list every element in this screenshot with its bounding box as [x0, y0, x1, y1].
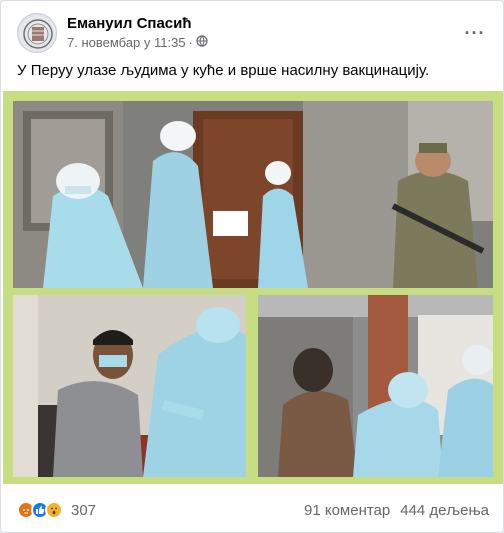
photo-collage[interactable] — [3, 91, 503, 484]
reaction-count[interactable]: 307 — [71, 502, 96, 519]
post-meta: 7. новембар у 11:35 · — [67, 35, 208, 50]
engagement-counts: 91 коментар 444 дељења — [304, 502, 489, 519]
more-options-button[interactable]: ··· — [461, 19, 489, 47]
post-footer: 307 91 коментар 444 дељења — [17, 493, 489, 527]
photo-bottom-left[interactable] — [13, 295, 246, 477]
avatar[interactable] — [17, 13, 57, 53]
photo-top[interactable] — [13, 101, 493, 288]
ellipsis-icon: ··· — [464, 22, 486, 43]
reactions-summary[interactable]: 307 — [17, 501, 96, 519]
comments-count[interactable]: 91 коментар — [304, 502, 390, 519]
wow-reaction-icon — [45, 501, 63, 519]
post-card: Емануил Спасић 7. новембар у 11:35 · ···… — [0, 0, 504, 533]
post-timestamp[interactable]: 7. новембар у 11:35 — [67, 35, 186, 50]
photo-bottom-right[interactable] — [258, 295, 493, 477]
shares-count[interactable]: 444 дељења — [400, 502, 489, 519]
post-text: У Перуу улазе људима у куће и врше насил… — [17, 62, 430, 79]
author-name[interactable]: Емануил Спасић — [67, 15, 192, 32]
globe-icon — [196, 35, 208, 50]
post-header: Емануил Спасић 7. новембар у 11:35 · ··· — [17, 13, 489, 57]
